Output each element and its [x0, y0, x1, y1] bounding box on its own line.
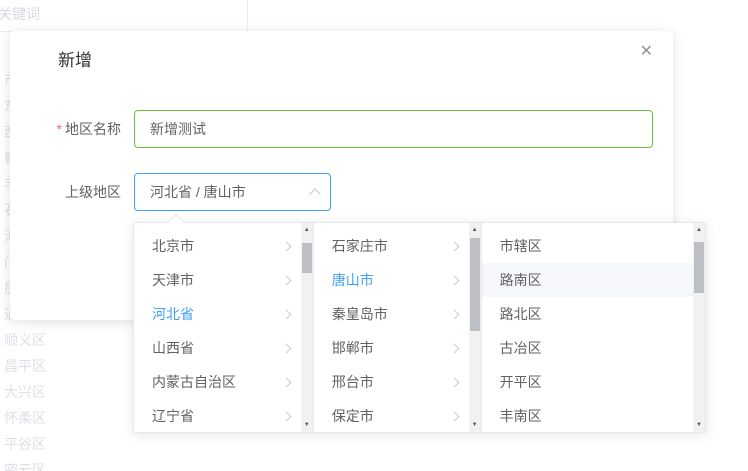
option-label: 北京市: [152, 236, 194, 256]
bg-region-item: 顺义区: [4, 330, 46, 350]
cascader-option[interactable]: 山西省: [134, 331, 301, 365]
option-label: 辽宁省: [152, 406, 194, 426]
scroll-up-icon[interactable]: ▲: [301, 223, 313, 237]
chevron-right-icon: [449, 377, 459, 387]
option-label: 路北区: [500, 304, 542, 324]
scrollbar-thumb[interactable]: [470, 238, 480, 331]
option-label: 石家庄市: [332, 236, 388, 256]
chevron-right-icon: [281, 275, 291, 285]
scroll-up-icon[interactable]: ▲: [693, 223, 705, 237]
scrollbar[interactable]: ▲ ▼: [693, 223, 705, 432]
option-label: 开平区: [500, 372, 542, 392]
district-list: 市辖区 路南区 路北区 古冶区 开平区 丰南区: [482, 223, 693, 432]
cascader-option-hovered[interactable]: 路南区: [482, 263, 693, 297]
cascader-option-selected[interactable]: 唐山市: [314, 263, 469, 297]
option-label: 秦皇岛市: [332, 304, 388, 324]
region-name-field-wrap: [134, 110, 653, 148]
option-label: 唐山市: [332, 270, 374, 290]
option-label: 丰南区: [500, 406, 542, 426]
region-name-input[interactable]: [134, 110, 653, 148]
scrollbar[interactable]: ▲ ▼: [469, 223, 481, 432]
keyword-search-input[interactable]: 关键词: [0, 0, 248, 32]
cascader-option[interactable]: 北京市: [134, 229, 301, 263]
parent-region-field-wrap: [134, 173, 331, 211]
bg-region-item: 大兴区: [4, 382, 46, 402]
option-label: 内蒙古自治区: [152, 372, 236, 392]
scroll-down-icon[interactable]: ▼: [469, 418, 481, 432]
city-list: 石家庄市 唐山市 秦皇岛市 邯郸市 邢台市 保定市: [314, 223, 469, 432]
parent-region-label: 上级地区: [30, 173, 121, 211]
chevron-right-icon: [449, 241, 459, 251]
cascader-column-provinces: 北京市 天津市 河北省 山西省 内蒙古自治区 辽宁省 ▲: [134, 223, 313, 432]
cascader-dropdown: 北京市 天津市 河北省 山西省 内蒙古自治区 辽宁省 ▲: [133, 222, 706, 433]
required-asterisk: *: [57, 121, 62, 137]
chevron-right-icon: [281, 377, 291, 387]
chevron-right-icon: [281, 343, 291, 353]
bg-region-item: 平谷区: [4, 434, 46, 454]
scrollbar-thumb[interactable]: [302, 243, 312, 273]
bg-region-item: 密云区: [4, 460, 46, 471]
cascader-option[interactable]: 邯郸市: [314, 331, 469, 365]
option-label: 邢台市: [332, 372, 374, 392]
cascader-option[interactable]: 内蒙古自治区: [134, 365, 301, 399]
scroll-down-icon[interactable]: ▼: [301, 418, 313, 432]
chevron-right-icon: [449, 411, 459, 421]
scrollbar-thumb[interactable]: [694, 242, 704, 293]
chevron-right-icon: [449, 275, 459, 285]
region-name-label: *地区名称: [30, 110, 121, 148]
scrollbar[interactable]: ▲ ▼: [301, 223, 313, 432]
bg-region-item: 怀柔区: [4, 408, 46, 428]
province-list: 北京市 天津市 河北省 山西省 内蒙古自治区 辽宁省: [134, 223, 301, 432]
scroll-up-icon[interactable]: ▲: [469, 223, 481, 237]
cascader-option[interactable]: 天津市: [134, 263, 301, 297]
option-label: 河北省: [152, 304, 194, 324]
option-label: 邯郸市: [332, 338, 374, 358]
cascader-option[interactable]: 市辖区: [482, 229, 693, 263]
option-label: 保定市: [332, 406, 374, 426]
scroll-down-icon[interactable]: ▼: [693, 418, 705, 432]
cascader-option[interactable]: 秦皇岛市: [314, 297, 469, 331]
cascader-option[interactable]: 辽宁省: [134, 399, 301, 432]
cascader-column-cities: 石家庄市 唐山市 秦皇岛市 邯郸市 邢台市 保定市 ▲: [313, 223, 481, 432]
parent-region-label-text: 上级地区: [65, 184, 121, 200]
keyword-placeholder: 关键词: [0, 4, 40, 24]
parent-region-cascader-input[interactable]: [134, 173, 331, 211]
option-label: 路南区: [500, 270, 542, 290]
page: 关键词 市辖区 东城区 西城区 朝阳区 丰台区 石景山区 海淀区 门头沟区 房山…: [0, 0, 748, 471]
close-icon[interactable]: ✕: [640, 44, 653, 60]
cascader-option[interactable]: 邢台市: [314, 365, 469, 399]
option-label: 天津市: [152, 270, 194, 290]
chevron-right-icon: [281, 411, 291, 421]
cascader-option[interactable]: 开平区: [482, 365, 693, 399]
cascader-option[interactable]: 路北区: [482, 297, 693, 331]
bg-region-item: 昌平区: [4, 356, 46, 376]
option-label: 古冶区: [500, 338, 542, 358]
cascader-option-selected[interactable]: 河北省: [134, 297, 301, 331]
chevron-right-icon: [449, 343, 459, 353]
option-label: 市辖区: [500, 236, 542, 256]
cascader-option[interactable]: 丰南区: [482, 399, 693, 432]
option-label: 山西省: [152, 338, 194, 358]
cascader-option[interactable]: 古冶区: [482, 331, 693, 365]
cascader-column-districts: 市辖区 路南区 路北区 古冶区 开平区 丰南区 ▲: [481, 223, 705, 432]
chevron-right-icon: [281, 309, 291, 319]
chevron-right-icon: [281, 241, 291, 251]
chevron-right-icon: [449, 309, 459, 319]
cascader-option[interactable]: 石家庄市: [314, 229, 469, 263]
region-name-label-text: 地区名称: [65, 121, 121, 137]
dialog-title: 新增: [58, 46, 92, 71]
cascader-option[interactable]: 保定市: [314, 399, 469, 432]
